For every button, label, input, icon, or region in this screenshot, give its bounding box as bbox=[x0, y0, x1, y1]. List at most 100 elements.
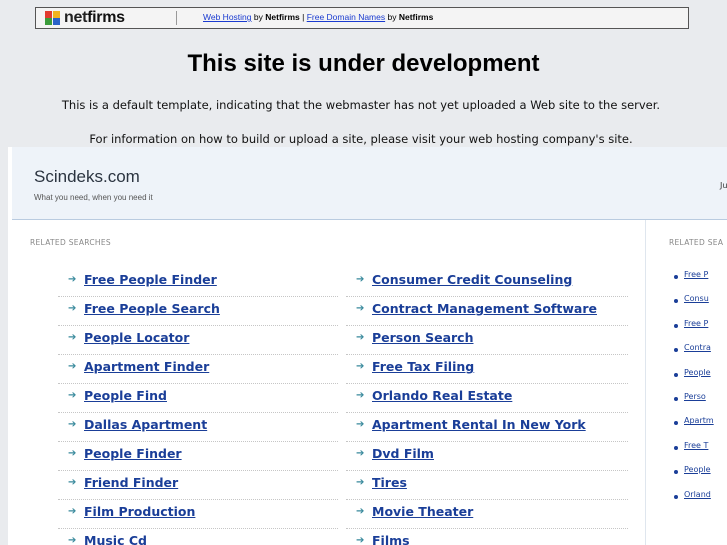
arrow-right-icon: ➔ bbox=[356, 390, 365, 401]
arrow-right-icon: ➔ bbox=[68, 332, 77, 343]
free-domain-names-link[interactable]: Free Domain Names bbox=[307, 12, 385, 22]
arrow-right-icon: ➔ bbox=[356, 274, 365, 285]
search-result-row: ➔ Contract Management Software bbox=[346, 297, 628, 326]
side-related-searches-label: RELATED SEA bbox=[669, 238, 724, 247]
site-tagline: What you need, when you need it bbox=[34, 193, 153, 202]
search-result-link[interactable]: Free People Finder bbox=[84, 272, 217, 287]
search-result-row: ➔ Free People Search bbox=[58, 297, 338, 326]
bullet-icon bbox=[674, 421, 678, 426]
search-result-link[interactable]: Free People Search bbox=[84, 301, 220, 316]
search-result-link[interactable]: Films bbox=[372, 533, 410, 545]
search-result-link[interactable]: Tires bbox=[372, 475, 407, 490]
arrow-right-icon: ➔ bbox=[356, 303, 365, 314]
search-result-link[interactable]: Apartment Finder bbox=[84, 359, 209, 374]
search-result-row: ➔ People Locator bbox=[58, 326, 338, 355]
arrow-right-icon: ➔ bbox=[68, 303, 77, 314]
bullet-icon bbox=[674, 396, 678, 401]
side-search-link[interactable]: Free T bbox=[684, 441, 708, 450]
netfirms-brand: Netfirms bbox=[398, 12, 434, 22]
netfirms-logo-icon bbox=[45, 11, 63, 25]
by-text: by bbox=[253, 12, 263, 22]
search-result-row: ➔ Apartment Finder bbox=[58, 355, 338, 384]
search-result-row: ➔ Movie Theater bbox=[346, 500, 628, 529]
logo-net: net bbox=[64, 9, 88, 26]
site-title[interactable]: Scindeks.com bbox=[34, 167, 140, 187]
bullet-icon bbox=[674, 494, 678, 499]
related-searches-side: RELATED SEA Free P Consu Free P Contra Peopl… bbox=[646, 220, 727, 545]
side-search-link[interactable]: Free P bbox=[684, 270, 708, 279]
topbar-separator bbox=[176, 11, 177, 25]
arrow-right-icon: ➔ bbox=[356, 332, 365, 343]
search-result-row: ➔ People Finder bbox=[58, 442, 338, 471]
arrow-right-icon: ➔ bbox=[356, 477, 365, 488]
arrow-right-icon: ➔ bbox=[68, 535, 77, 545]
search-result-link[interactable]: Person Search bbox=[372, 330, 473, 345]
search-list-left: ➔ Free People Finder ➔ Free People Search ➔ P… bbox=[58, 268, 338, 545]
search-result-row: ➔ Apartment Rental In New York bbox=[346, 413, 628, 442]
search-result-link[interactable]: People Finder bbox=[84, 446, 182, 461]
bullet-icon bbox=[674, 299, 678, 304]
side-search-link[interactable]: Free P bbox=[684, 319, 708, 328]
side-search-link[interactable]: People bbox=[684, 368, 711, 377]
search-result-row: ➔ Dallas Apartment bbox=[58, 413, 338, 442]
side-search-link[interactable]: Contra bbox=[684, 343, 711, 352]
side-search-link[interactable]: People bbox=[684, 465, 711, 474]
search-result-link[interactable]: Dallas Apartment bbox=[84, 417, 207, 432]
search-result-row: ➔ Free People Finder bbox=[58, 268, 338, 297]
search-result-link[interactable]: People Find bbox=[84, 388, 167, 403]
search-result-link[interactable]: Apartment Rental In New York bbox=[372, 417, 586, 432]
search-result-row: ➔ Orlando Real Estate bbox=[346, 384, 628, 413]
arrow-right-icon: ➔ bbox=[356, 419, 365, 430]
default-template-message: This is a default template, indicating t… bbox=[61, 98, 661, 112]
search-result-link[interactable]: Consumer Credit Counseling bbox=[372, 272, 572, 287]
search-result-row: ➔ Person Search bbox=[346, 326, 628, 355]
search-result-row: ➔ Music Cd bbox=[58, 529, 338, 545]
search-result-link[interactable]: Orlando Real Estate bbox=[372, 388, 512, 403]
site-header: Scindeks.com What you need, when you nee… bbox=[12, 147, 727, 220]
bullet-icon bbox=[674, 275, 678, 279]
arrow-right-icon: ➔ bbox=[356, 448, 365, 459]
search-result-row: ➔ People Find bbox=[58, 384, 338, 413]
arrow-right-icon: ➔ bbox=[356, 535, 365, 545]
related-searches-label: RELATED SEARCHES bbox=[30, 238, 111, 247]
bullet-icon bbox=[674, 348, 678, 353]
search-result-row: ➔ Friend Finder bbox=[58, 471, 338, 500]
search-result-row: ➔ Films bbox=[346, 529, 628, 545]
search-result-link[interactable]: People Locator bbox=[84, 330, 189, 345]
side-search-link[interactable]: Perso bbox=[684, 392, 706, 401]
page-title: This site is under development bbox=[187, 50, 540, 77]
side-search-link[interactable]: Consu bbox=[684, 294, 709, 303]
side-search-link[interactable]: Orland bbox=[684, 490, 711, 499]
related-searches-main: RELATED SEARCHES ➔ Free People Finder ➔ Fre… bbox=[12, 220, 646, 545]
arrow-right-icon: ➔ bbox=[68, 361, 77, 372]
search-result-link[interactable]: Music Cd bbox=[84, 533, 147, 545]
search-result-link[interactable]: Contract Management Software bbox=[372, 301, 597, 316]
search-result-row: ➔ Film Production bbox=[58, 500, 338, 529]
web-hosting-link[interactable]: Web Hosting bbox=[203, 12, 252, 22]
netfirms-logo[interactable]: net firms bbox=[45, 9, 125, 26]
arrow-right-icon: ➔ bbox=[356, 506, 365, 517]
netfirms-bar: net firms Web Hosting by Netfirms | Free … bbox=[35, 7, 689, 29]
search-result-link[interactable]: Movie Theater bbox=[372, 504, 473, 519]
arrow-right-icon: ➔ bbox=[68, 274, 77, 285]
search-result-link[interactable]: Free Tax Filing bbox=[372, 359, 474, 374]
netfirms-brand: Netfirms bbox=[265, 12, 300, 22]
arrow-right-icon: ➔ bbox=[68, 419, 77, 430]
search-result-row: ➔ Tires bbox=[346, 471, 628, 500]
arrow-right-icon: ➔ bbox=[68, 477, 77, 488]
bullet-icon bbox=[674, 372, 678, 377]
search-list-right: ➔ Consumer Credit Counseling ➔ Contract Man… bbox=[346, 268, 628, 545]
divider: | bbox=[302, 12, 305, 22]
side-search-link[interactable]: Apartm bbox=[684, 416, 714, 425]
arrow-right-icon: ➔ bbox=[68, 390, 77, 401]
search-result-link[interactable]: Friend Finder bbox=[84, 475, 178, 490]
search-result-link[interactable]: Dvd Film bbox=[372, 446, 434, 461]
by-text: by bbox=[387, 12, 397, 22]
parked-site-frame: Scindeks.com What you need, when you nee… bbox=[8, 147, 727, 545]
hosting-info-message: For information on how to build or uploa… bbox=[89, 132, 633, 146]
bullet-icon bbox=[674, 323, 678, 328]
search-result-link[interactable]: Film Production bbox=[84, 504, 195, 519]
site-header-right-text: Ju bbox=[720, 181, 727, 190]
search-result-row: ➔ Dvd Film bbox=[346, 442, 628, 471]
bullet-icon bbox=[674, 470, 678, 475]
